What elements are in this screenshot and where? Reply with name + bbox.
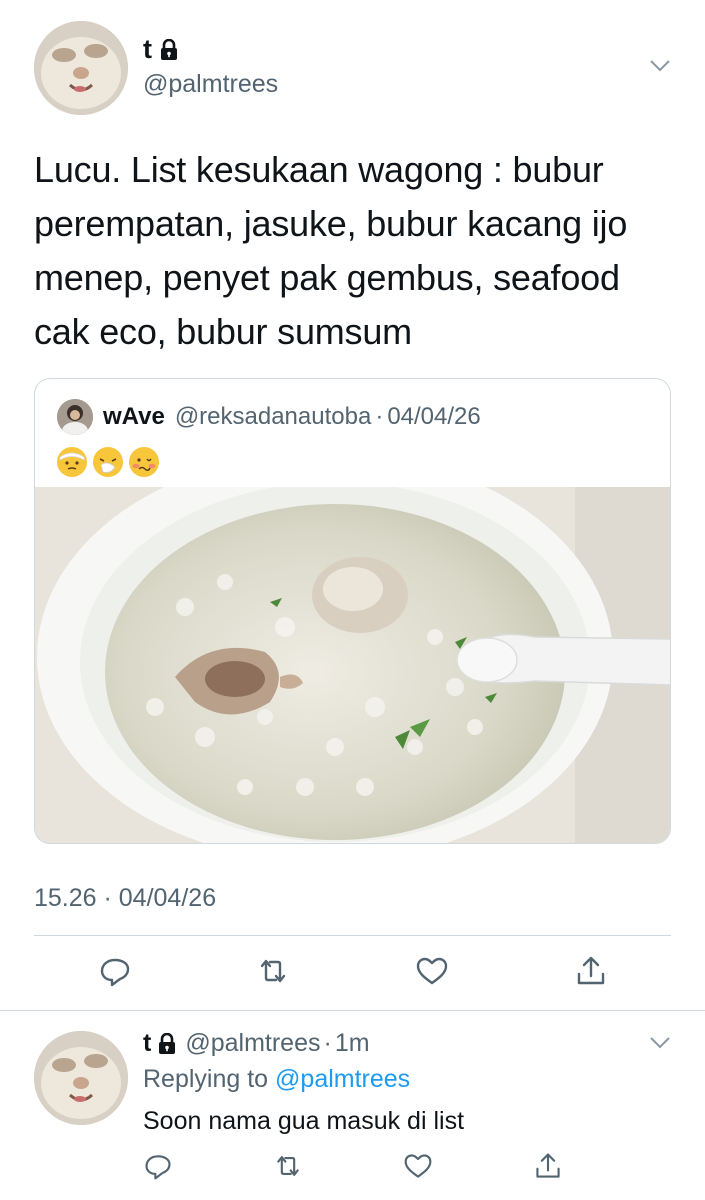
share-icon[interactable] xyxy=(574,954,608,988)
avatar[interactable] xyxy=(34,1031,128,1125)
retweet-icon[interactable] xyxy=(256,954,290,988)
reply-handle[interactable]: @palmtrees xyxy=(185,1029,320,1058)
quoted-tweet-header: wAve @reksadanautoba · 04/04/26 xyxy=(57,399,481,435)
tweet-timestamp[interactable]: 15.26 · 04/04/26 xyxy=(34,884,216,913)
avatar[interactable] xyxy=(34,21,128,115)
display-name[interactable]: t xyxy=(143,34,153,65)
divider xyxy=(34,935,671,936)
author-row: t xyxy=(143,34,179,65)
face-with-head-bandage-emoji xyxy=(57,447,87,477)
chevron-down-icon[interactable] xyxy=(648,1033,672,1053)
like-icon[interactable] xyxy=(415,954,449,988)
quoted-date: 04/04/26 xyxy=(387,403,481,430)
action-bar xyxy=(34,950,671,994)
reply-header: t @palmtrees · 1m xyxy=(143,1029,370,1058)
replying-to-link[interactable]: @palmtrees xyxy=(275,1065,410,1093)
reply-time[interactable]: 1m xyxy=(335,1029,370,1058)
tweet-text: Lucu. List kesukaan wagong : bubur perem… xyxy=(34,149,628,352)
retweet-icon[interactable] xyxy=(273,1151,303,1181)
lock-icon xyxy=(159,38,179,61)
quoted-tweet-card[interactable]: wAve @reksadanautoba · 04/04/26 xyxy=(34,378,671,844)
quoted-photo[interactable] xyxy=(35,452,670,843)
share-icon[interactable] xyxy=(533,1151,563,1181)
woozy-face-emoji xyxy=(129,447,159,477)
author-handle[interactable]: @palmtrees xyxy=(143,70,278,99)
emoji-row xyxy=(57,447,159,477)
reply-icon[interactable] xyxy=(143,1151,173,1181)
chevron-down-icon[interactable] xyxy=(648,56,672,76)
separator-dot: · xyxy=(323,1029,332,1057)
lock-icon xyxy=(157,1032,177,1055)
like-icon[interactable] xyxy=(403,1151,433,1181)
separator-dot: · xyxy=(375,403,384,430)
reply-display-name[interactable]: t xyxy=(143,1029,151,1058)
reply-tweet[interactable]: t @palmtrees · 1m Replying to @palmtrees… xyxy=(0,1011,705,1200)
sneezing-face-emoji xyxy=(93,447,123,477)
replying-to: Replying to @palmtrees xyxy=(143,1065,410,1094)
reply-action-bar xyxy=(143,1151,673,1185)
reply-text: Soon nama gua masuk di list xyxy=(143,1107,465,1135)
quoted-handle: @reksadanautoba xyxy=(174,403,372,430)
quoted-avatar xyxy=(57,399,93,435)
quoted-display-name: wAve xyxy=(103,403,165,430)
reply-icon[interactable] xyxy=(98,954,132,988)
replying-prefix: Replying to xyxy=(143,1065,269,1093)
